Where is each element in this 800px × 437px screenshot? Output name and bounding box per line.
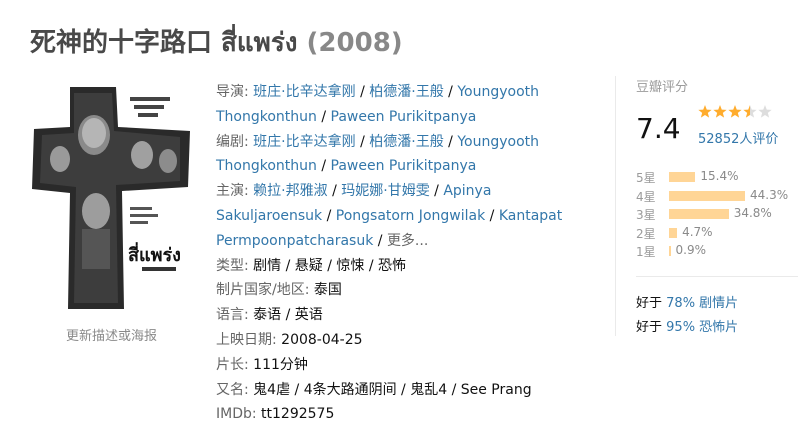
distribution-row: 5星 15.4% bbox=[636, 167, 796, 186]
rating-stars bbox=[698, 104, 774, 124]
director-link[interactable]: 柏德潘·王般 bbox=[369, 84, 443, 100]
genre-value: 剧情 bbox=[253, 257, 282, 274]
distribution-label: 2星 bbox=[636, 226, 656, 241]
language-row: 语言: 泰语 / 英语 bbox=[216, 303, 576, 328]
distribution-percent: 44.3% bbox=[750, 187, 789, 202]
aka-value: 鬼4虐 / 4条大路通阴间 / 鬼乱4 / See Prang bbox=[253, 381, 532, 398]
release-label: 上映日期: bbox=[216, 331, 277, 348]
better-than-link[interactable]: 95% 恐怖片 bbox=[666, 320, 738, 335]
rating-label: 豆瓣评分 bbox=[636, 80, 689, 95]
runtime-row: 片长: 111分钟 bbox=[216, 353, 576, 378]
aka-label: 又名: bbox=[216, 381, 249, 398]
page-title: 死神的十字路口 สี่แพร่ง (2008) bbox=[30, 22, 403, 63]
poster-thai-title: สี่แพร่ง bbox=[128, 242, 181, 266]
distribution-percent: 4.7% bbox=[682, 224, 713, 239]
star-icon bbox=[758, 105, 772, 118]
language-value: 泰语 / 英语 bbox=[253, 307, 323, 324]
rating-panel: 豆瓣评分 7.4 52852人评价 5星 15.4% 4星 44.3% 3星 34.8% 2… bbox=[615, 76, 798, 336]
director-row: 导演: 班庄·比辛达拿刚 / 柏德潘·王般 / Youngyooth Thong… bbox=[216, 84, 539, 125]
release-row: 上映日期: 2008-04-25 bbox=[216, 328, 576, 353]
movie-year: (2008) bbox=[306, 28, 403, 58]
rating-score: 7.4 bbox=[636, 112, 681, 145]
star-icon bbox=[698, 105, 712, 118]
writer-link[interactable]: 班庄·比辛达拿刚 bbox=[253, 134, 355, 150]
distribution-percent: 15.4% bbox=[700, 169, 739, 183]
distribution-label: 4星 bbox=[636, 189, 656, 204]
better-than: 好于 78% 剧情片 好于 95% 恐怖片 bbox=[636, 292, 738, 340]
writer-label: 编剧 bbox=[216, 133, 244, 150]
genre-label: 类型: bbox=[216, 257, 249, 274]
poster-image: สี่แพร่ง bbox=[30, 83, 195, 313]
genre-value: 惊悚 bbox=[336, 257, 365, 274]
country-value: 泰国 bbox=[313, 282, 342, 299]
writer-row: 编剧: 班庄·比辛达拿刚 / 柏德潘·王般 / Youngyooth Thong… bbox=[216, 133, 539, 175]
cast-link[interactable]: Pongsatorn Jongwilak bbox=[336, 208, 485, 224]
distribution-label: 1星 bbox=[636, 245, 656, 259]
better-than-row: 好于 78% 剧情片 bbox=[636, 292, 738, 316]
imdb-value: tt1292575 bbox=[261, 406, 335, 423]
cast-row: 主演: 赖拉·邦雅淑 / 玛妮娜·甘姆雯 / Apinya Sakuljaroe… bbox=[216, 183, 563, 249]
distribution-row: 4星 44.3% bbox=[636, 186, 796, 205]
director-link[interactable]: 班庄·比辛达拿刚 bbox=[253, 84, 355, 100]
distribution-row: 1星 0.9% bbox=[636, 241, 796, 260]
update-poster-link[interactable]: 更新描述或海报 bbox=[66, 325, 157, 344]
star-icon bbox=[713, 105, 727, 118]
director-label: 导演 bbox=[216, 84, 244, 100]
director-link[interactable]: Paween Purikitpanya bbox=[331, 109, 477, 125]
writer-link[interactable]: 柏德潘·王般 bbox=[369, 134, 443, 150]
genre-row: 类型: 剧情 / 悬疑 / 惊悚 / 恐怖 bbox=[216, 257, 407, 274]
distribution-bar bbox=[669, 209, 729, 219]
distribution-bar bbox=[669, 227, 678, 238]
country-label: 制片国家/地区: bbox=[216, 282, 310, 299]
cast-link[interactable]: 玛妮娜·甘姆雯 bbox=[341, 183, 429, 199]
distribution-bar bbox=[669, 246, 671, 256]
runtime-label: 片长: bbox=[216, 356, 249, 373]
rating-votes-link[interactable]: 52852人评价 bbox=[698, 128, 778, 147]
better-than-prefix: 好于 bbox=[636, 320, 663, 335]
movie-info: 导演: 班庄·比辛达拿刚 / 柏德潘·王般 / Youngyooth Thong… bbox=[216, 80, 576, 427]
distribution-label: 5星 bbox=[636, 171, 656, 185]
rating-hline bbox=[636, 276, 798, 277]
star-icon bbox=[728, 105, 742, 118]
better-than-link[interactable]: 78% 剧情片 bbox=[666, 296, 738, 311]
star-icon bbox=[743, 105, 757, 118]
genre-value: 恐怖 bbox=[378, 257, 407, 274]
imdb-row: IMDb: tt1292575 bbox=[216, 402, 576, 427]
genre-value: 悬疑 bbox=[294, 257, 323, 274]
country-row: 制片国家/地区: 泰国 bbox=[216, 278, 576, 303]
movie-poster[interactable]: สี่แพร่ง bbox=[30, 83, 195, 313]
imdb-label: IMDb: bbox=[216, 406, 257, 423]
language-label: 语言: bbox=[216, 307, 249, 324]
cast-more-link[interactable]: 更多... bbox=[387, 233, 428, 249]
aka-row: 又名: 鬼4虐 / 4条大路通阴间 / 鬼乱4 / See Prang bbox=[216, 378, 576, 403]
distribution-bar bbox=[669, 172, 696, 182]
star-icons bbox=[698, 105, 772, 118]
distribution-label: 3星 bbox=[636, 208, 656, 222]
better-than-prefix: 好于 bbox=[636, 296, 663, 311]
rating-divider bbox=[615, 76, 616, 336]
cast-label: 主演 bbox=[216, 183, 244, 200]
runtime-value: 111分钟 bbox=[253, 356, 308, 373]
rating-distribution: 5星 15.4% 4星 44.3% 3星 34.8% 2星 4.7% 1星 0.9% bbox=[636, 167, 796, 260]
distribution-row: 2星 4.7% bbox=[636, 223, 796, 242]
distribution-percent: 34.8% bbox=[733, 206, 772, 220]
writer-link[interactable]: Paween Purikitpanya bbox=[331, 158, 477, 174]
distribution-bar bbox=[669, 190, 745, 201]
distribution-percent: 0.9% bbox=[675, 243, 707, 257]
distribution-row: 3星 34.8% bbox=[636, 204, 796, 223]
cast-link[interactable]: 赖拉·邦雅淑 bbox=[253, 183, 327, 199]
movie-title: 死神的十字路口 สี่แพร่ง bbox=[30, 28, 298, 58]
better-than-row: 好于 95% 恐怖片 bbox=[636, 316, 738, 340]
release-value: 2008-04-25 bbox=[281, 331, 363, 348]
